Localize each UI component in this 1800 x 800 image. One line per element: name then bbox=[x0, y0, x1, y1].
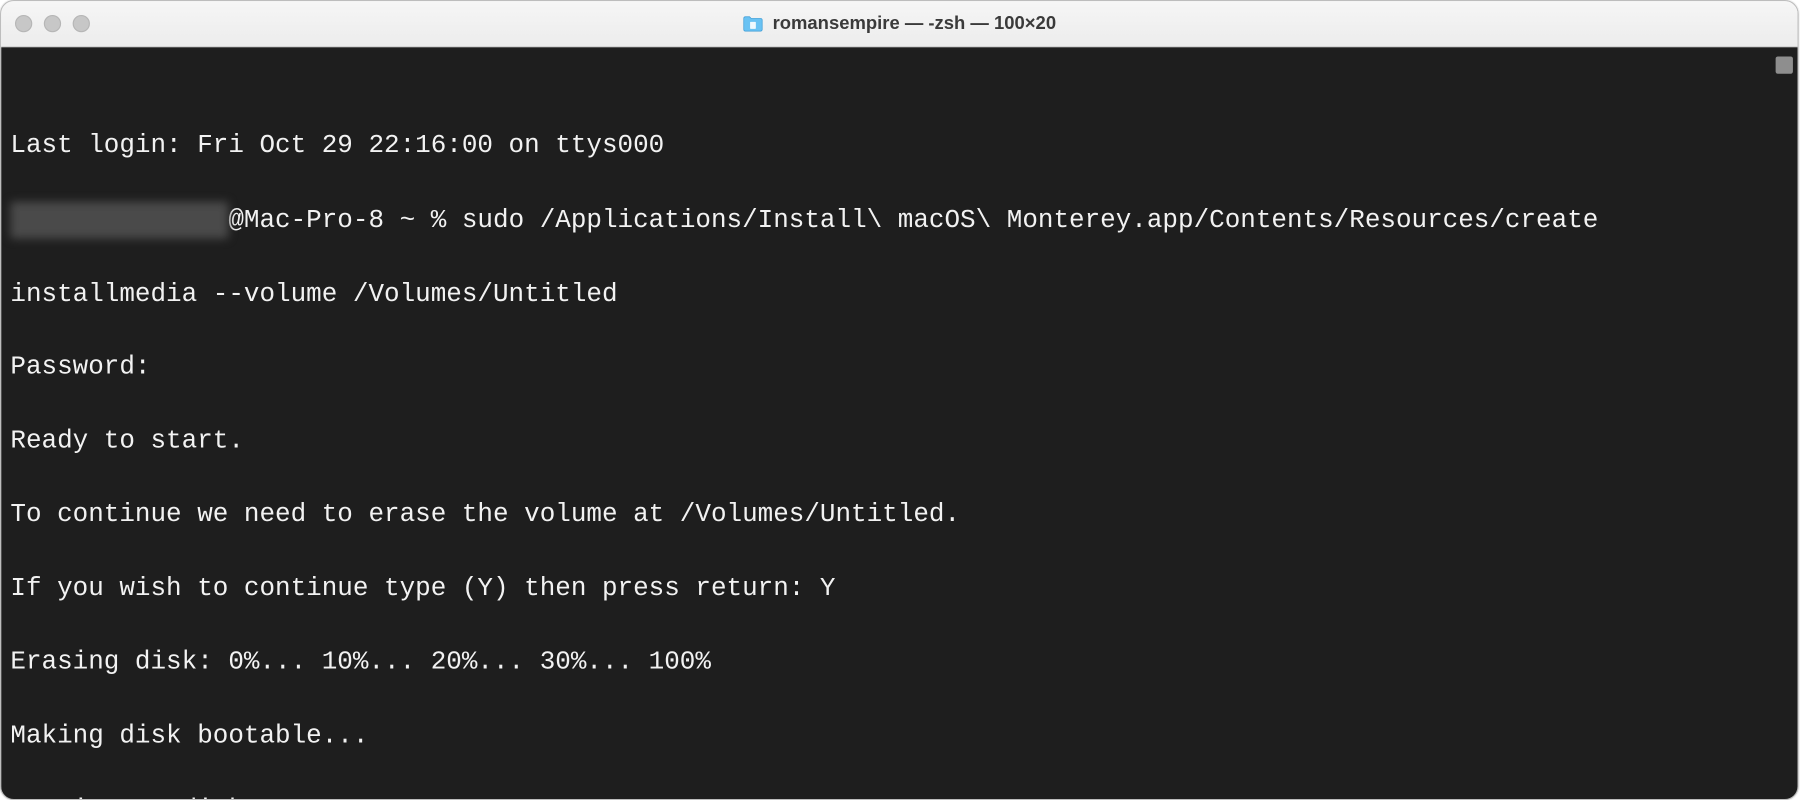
prompt-host: @Mac-Pro-8 ~ % bbox=[228, 205, 462, 235]
terminal-line: Ready to start. bbox=[10, 423, 1788, 460]
terminal-line: Making disk bootable... bbox=[10, 718, 1788, 755]
window-title-group: romansempire — -zsh — 100×20 bbox=[743, 13, 1056, 34]
terminal-line: To continue we need to erase the volume … bbox=[10, 497, 1788, 534]
close-button[interactable] bbox=[15, 15, 32, 32]
zoom-button[interactable] bbox=[73, 15, 90, 32]
terminal-line: Copying to disk: 0%... 10%... 20%... 30%… bbox=[10, 792, 1788, 800]
terminal-line: If you wish to continue type (Y) then pr… bbox=[10, 571, 1788, 608]
terminal-line: installmedia --volume /Volumes/Untitled bbox=[10, 276, 1788, 313]
window-controls bbox=[15, 15, 90, 32]
window-title: romansempire — -zsh — 100×20 bbox=[773, 13, 1057, 34]
command-text: sudo /Applications/Install\ macOS\ Monte… bbox=[462, 205, 1598, 235]
minimize-button[interactable] bbox=[44, 15, 61, 32]
titlebar[interactable]: romansempire — -zsh — 100×20 bbox=[1, 1, 1797, 47]
terminal-line: xxxxxxxxxxxxxx@Mac-Pro-8 ~ % sudo /Appli… bbox=[10, 201, 1788, 239]
folder-icon bbox=[743, 15, 764, 32]
scroll-indicator[interactable] bbox=[1776, 56, 1793, 73]
terminal-line: Last login: Fri Oct 29 22:16:00 on ttys0… bbox=[10, 128, 1788, 165]
terminal-line: Password: bbox=[10, 350, 1788, 387]
terminal-window: romansempire — -zsh — 100×20 Last login:… bbox=[0, 0, 1799, 800]
redacted-username: xxxxxxxxxxxxxx bbox=[10, 201, 228, 238]
terminal-body[interactable]: Last login: Fri Oct 29 22:16:00 on ttys0… bbox=[1, 47, 1797, 800]
terminal-line: Erasing disk: 0%... 10%... 20%... 30%...… bbox=[10, 644, 1788, 681]
